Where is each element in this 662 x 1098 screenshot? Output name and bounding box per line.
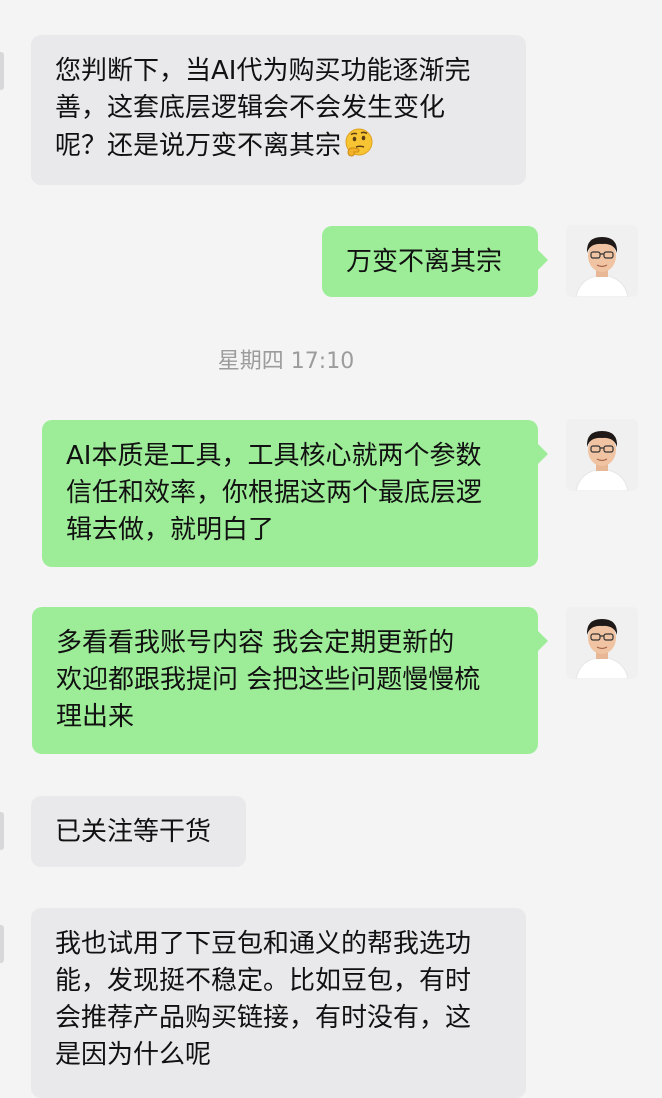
message-text-line: 是因为什么呢 [55,1040,212,1070]
avatar-portrait-icon [566,419,638,491]
message-text-line: 辑去做，就明白了 [66,515,275,545]
contact-avatar-edge[interactable] [0,52,4,90]
message-text-line: 能，发现挺不稳定。比如豆包，有时 [55,966,472,996]
contact-avatar-edge[interactable] [0,812,4,850]
message-text-line: 多看看我账号内容 我会定期更新的 [56,628,455,658]
user-avatar[interactable] [566,225,638,297]
message-bubble-incoming[interactable]: 您判断下，当AI代为购买功能逐渐完 善，这套底层逻辑会不会发生变化 呢？还是说万… [31,35,526,185]
chat-thread: 您判断下，当AI代为购买功能逐渐完 善，这套底层逻辑会不会发生变化 呢？还是说万… [0,0,662,1098]
message-text-line: 呢？还是说万变不离其宗 [55,127,502,165]
message-bubble-outgoing[interactable]: AI本质是工具，工具核心就两个参数 信任和效率，你根据这两个最底层逻 辑去做，就… [42,420,548,567]
message-text-line: 您判断下，当AI代为购买功能逐渐完 [55,56,471,86]
message-bubble-incoming[interactable]: 已关注等干货 [31,796,246,867]
message-text-line: 欢迎都跟我提问 会把这些问题慢慢梳 [56,665,481,695]
message-text-fragment: 呢？还是说万变不离其宗 [55,131,342,161]
message-text-line: 万变不离其宗 [346,247,503,277]
message-timestamp: 星期四 17:10 [217,349,355,374]
message-text-line: 会推荐产品购买链接，有时没有，这 [55,1003,472,1033]
message-bubble-incoming[interactable]: 我也试用了下豆包和通义的帮我选功 能，发现挺不稳定。比如豆包，有时 会推荐产品购… [31,908,526,1098]
user-avatar[interactable] [566,419,638,491]
user-avatar[interactable] [566,607,638,679]
message-text-line: 信任和效率，你根据这两个最底层逻 [66,478,483,508]
thinking-face-emoji-icon [345,128,373,157]
message-text-line: 已关注等干货 [55,817,212,847]
message-text-line: 我也试用了下豆包和通义的帮我选功 [55,929,472,959]
message-text-line: 理出来 [56,702,135,732]
message-text-line: 善，这套底层逻辑会不会发生变化 [55,93,446,123]
contact-avatar-edge[interactable] [0,925,4,963]
avatar-portrait-icon [566,607,638,679]
message-bubble-outgoing[interactable]: 万变不离其宗 [322,226,548,297]
message-bubble-outgoing[interactable]: 多看看我账号内容 我会定期更新的 欢迎都跟我提问 会把这些问题慢慢梳 理出来 [32,607,548,754]
avatar-portrait-icon [566,225,638,297]
message-text-line: AI本质是工具，工具核心就两个参数 [66,441,482,471]
